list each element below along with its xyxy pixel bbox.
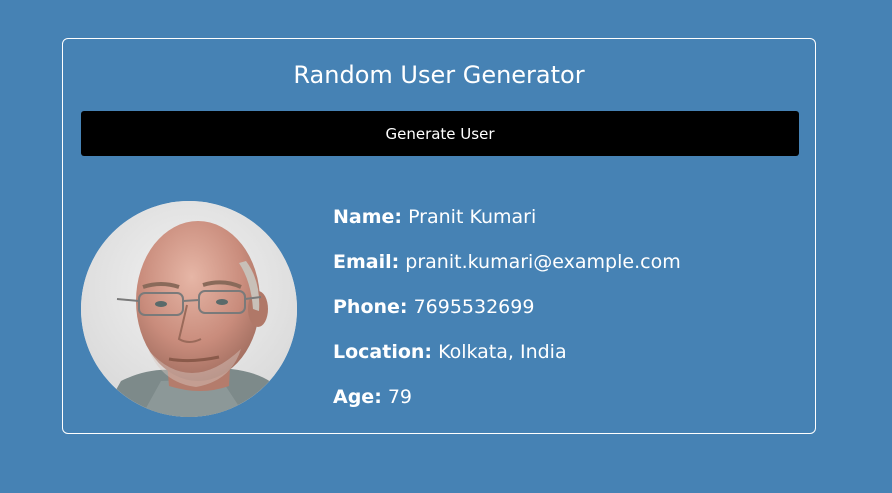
email-value: pranit.kumari@example.com <box>405 251 681 273</box>
user-age-row: Age: 79 <box>333 382 803 412</box>
user-phone-row: Phone: 7695532699 <box>333 292 803 322</box>
age-value: 79 <box>387 386 413 408</box>
email-label: Email: <box>333 251 400 273</box>
user-avatar <box>81 201 297 417</box>
user-name-row: Name: Pranit Kumari <box>333 202 803 232</box>
name-value: Pranit Kumari <box>408 206 537 228</box>
age-label: Age: <box>333 386 382 408</box>
phone-label: Phone: <box>333 296 408 318</box>
location-value: Kolkata, India <box>438 341 567 363</box>
user-info: Name: Pranit Kumari Email: pranit.kumari… <box>333 202 803 427</box>
page-title: Random User Generator <box>293 61 585 89</box>
user-location-row: Location: Kolkata, India <box>333 337 803 367</box>
phone-value: 7695532699 <box>413 296 535 318</box>
name-label: Name: <box>333 206 403 228</box>
generate-user-button[interactable]: Generate User <box>81 111 799 156</box>
avatar-photo-icon <box>81 201 297 417</box>
location-label: Location: <box>333 341 433 363</box>
user-email-row: Email: pranit.kumari@example.com <box>333 247 803 277</box>
user-card: Random User Generator Generate User Name… <box>62 38 816 434</box>
